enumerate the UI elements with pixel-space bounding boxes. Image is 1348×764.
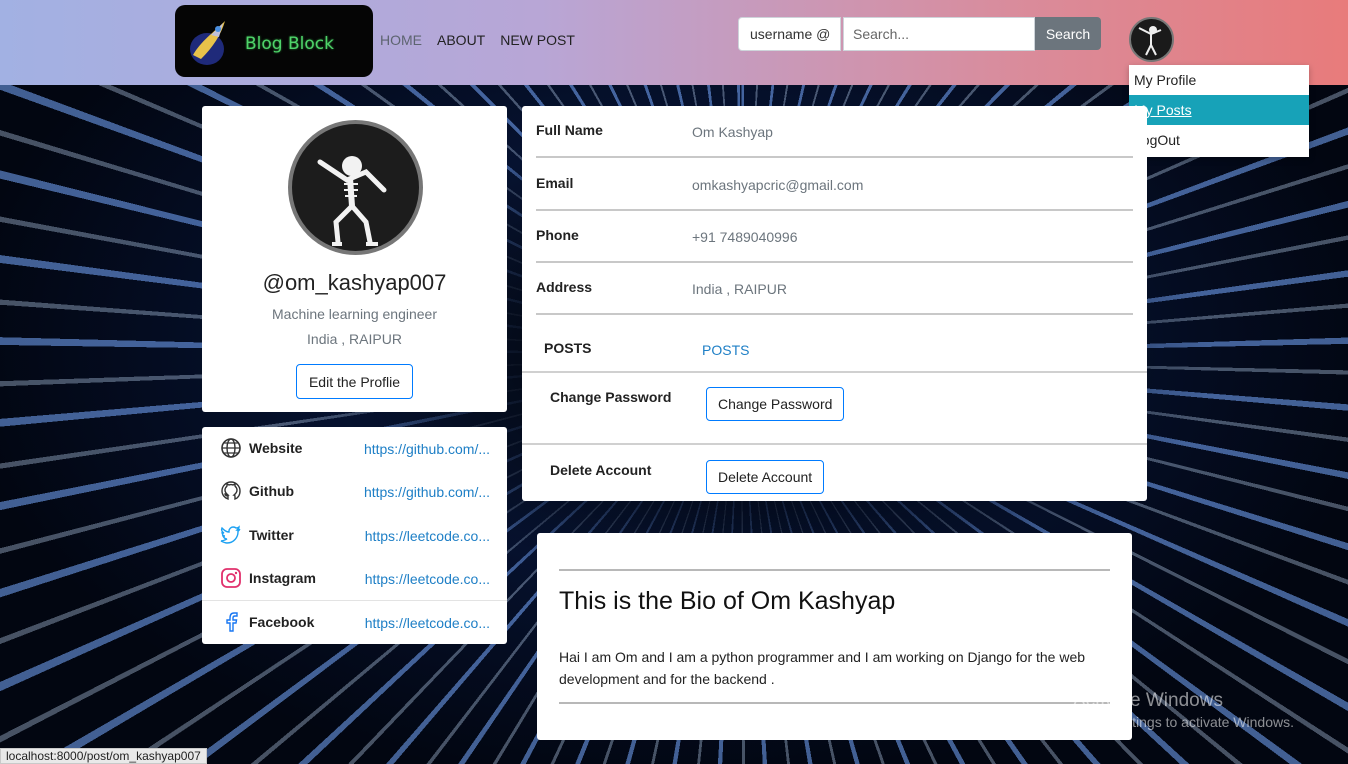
divider [536, 209, 1133, 211]
nav-home-link[interactable]: HOME [380, 32, 422, 48]
twitter-label: Twitter [249, 527, 294, 543]
menu-item-logout[interactable]: LogOut [1129, 125, 1309, 155]
divider [559, 569, 1110, 571]
search-button[interactable]: Search [1035, 17, 1101, 50]
phone-label: Phone [536, 227, 579, 243]
activate-windows-subtitle: Go to Settings to activate Windows. [1073, 714, 1294, 730]
divider [559, 702, 1110, 704]
github-label: Github [249, 483, 295, 499]
edit-profile-button[interactable]: Edit the Proflie [296, 364, 413, 399]
address-value: India , RAIPUR [692, 281, 787, 297]
list-item: Twitter https://leetcode.co... [202, 514, 507, 557]
github-link[interactable]: https://github.com/... [364, 484, 490, 500]
divider [536, 261, 1133, 263]
facebook-label: Facebook [249, 614, 315, 630]
profile-username: @om_kashyap007 [262, 270, 447, 295]
browser-status-url: localhost:8000/post/om_kashyap007 [0, 748, 207, 764]
instagram-icon [221, 568, 241, 588]
list-item: Website https://github.com/... [202, 427, 507, 470]
nav-links: HOME ABOUT NEW POST [380, 32, 575, 48]
avatar[interactable] [1129, 17, 1174, 62]
facebook-link[interactable]: https://leetcode.co... [365, 615, 490, 631]
user-dropdown-menu: My Profile My Posts LogOut [1129, 65, 1309, 157]
email-value: omkashyapcric@gmail.com [692, 177, 864, 193]
nav-about-link[interactable]: ABOUT [437, 32, 485, 48]
bio-title: This is the Bio of Om Kashyap [559, 587, 896, 615]
twitter-link[interactable]: https://leetcode.co... [365, 528, 490, 544]
github-icon [221, 481, 241, 500]
list-item: Github https://github.com/... [202, 470, 507, 513]
posts-link[interactable]: POSTS [702, 342, 749, 358]
rocket-icon [190, 21, 225, 65]
dabbing-skeleton-icon [317, 156, 387, 246]
profile-avatar [288, 120, 423, 255]
profile-location: India , RAIPUR [307, 331, 402, 347]
search-input[interactable] [843, 17, 1035, 51]
divider [536, 313, 1133, 315]
divider [522, 371, 1147, 373]
nav-new-post-link[interactable]: NEW POST [500, 32, 575, 48]
website-link[interactable]: https://github.com/... [364, 441, 490, 457]
full-name-value: Om Kashyap [692, 124, 773, 140]
logo-text: Blog Block [245, 34, 334, 54]
search-prefix: username @ [738, 17, 841, 51]
instagram-link[interactable]: https://leetcode.co... [365, 571, 490, 587]
profile-job-title: Machine learning engineer [272, 306, 437, 322]
menu-item-my-profile[interactable]: My Profile [1129, 65, 1309, 95]
website-label: Website [249, 440, 303, 456]
divider [536, 156, 1133, 158]
full-name-label: Full Name [536, 122, 603, 138]
bio-text: Hai I am Om and I am a python programmer… [559, 649, 1086, 687]
phone-value: +91 7489040996 [692, 229, 798, 245]
delete-account-button[interactable]: Delete Account [706, 460, 825, 494]
menu-item-my-posts[interactable]: My Posts [1129, 95, 1309, 125]
instagram-label: Instagram [249, 570, 316, 586]
profile-card: @om_kashyap007 Machine learning engineer… [202, 106, 507, 412]
divider [522, 443, 1147, 445]
delete-account-label: Delete Account [550, 462, 652, 478]
facebook-icon [226, 612, 238, 632]
globe-icon [221, 438, 241, 458]
site-logo[interactable]: Blog Block [175, 5, 373, 77]
posts-label: POSTS [544, 340, 592, 356]
social-links-card: Website https://github.com/... Github ht… [202, 427, 507, 644]
list-item: Facebook https://leetcode.co... [202, 600, 507, 643]
skeleton-avatar-icon [1138, 26, 1162, 56]
activate-windows-title: Activate Windows [1073, 690, 1223, 711]
profile-details-card: Full Name Om Kashyap Email omkashyapcric… [522, 106, 1147, 501]
list-item: Instagram https://leetcode.co... [202, 557, 507, 600]
email-label: Email [536, 175, 574, 191]
change-password-button[interactable]: Change Password [706, 387, 845, 421]
address-label: Address [536, 279, 593, 295]
twitter-icon [220, 525, 241, 544]
bio-card: This is the Bio of Om Kashyap Hai I am O… [537, 533, 1132, 740]
change-password-label: Change Password [550, 389, 672, 405]
